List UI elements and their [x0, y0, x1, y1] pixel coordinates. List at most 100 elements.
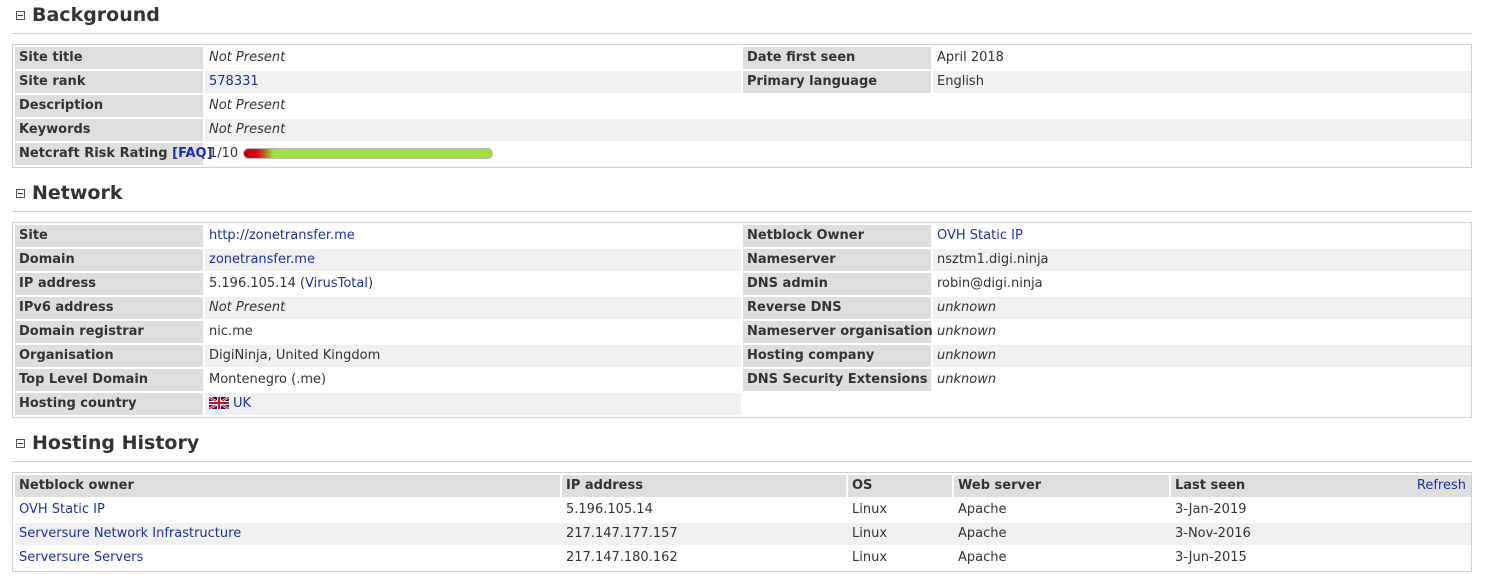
section-title: Hosting History — [32, 432, 200, 454]
table-row: Site title Not Present Date first seen A… — [15, 47, 1471, 69]
hosting-history-table: Netblock owner IP address OS Web server … — [12, 472, 1472, 572]
web-server-cell: Apache — [958, 550, 1007, 565]
field-value: nsztm1.digi.ninja — [933, 249, 1471, 271]
netblock-owner-link[interactable]: OVH Static IP — [19, 502, 105, 517]
network-header[interactable]: Network — [16, 178, 122, 208]
field-label: Date first seen — [743, 47, 931, 69]
field-value: OVH Static IP — [933, 225, 1471, 247]
ip-address-value: 5.196.105.14 ( — [209, 276, 306, 291]
last-seen-header: Last seen — [1175, 478, 1246, 493]
netblock-owner-link[interactable]: OVH Static IP — [937, 228, 1023, 243]
field-value: zonetransfer.me — [205, 249, 741, 271]
column-header: Netblock owner — [15, 475, 560, 497]
field-label: Description — [15, 95, 203, 117]
collapse-toggle-icon[interactable] — [16, 10, 25, 20]
field-label: Hosting country — [15, 393, 203, 415]
divider — [12, 33, 1472, 34]
field-value: English — [933, 71, 1471, 93]
site-link[interactable]: http://zonetransfer.me — [209, 228, 355, 243]
collapse-toggle-icon[interactable] — [16, 188, 25, 198]
domain-link[interactable]: zonetransfer.me — [209, 252, 315, 267]
field-value: 1/10 — [205, 143, 1471, 165]
field-label: DNS Security Extensions — [743, 369, 931, 391]
table-row: Serversure Servers 217.147.180.162 Linux… — [15, 547, 1471, 569]
os-cell: Linux — [852, 502, 888, 517]
netblock-owner-cell: OVH Static IP — [15, 499, 560, 521]
column-header: Last seen Refresh — [1171, 475, 1471, 497]
divider — [12, 211, 1472, 212]
field-label: Domain registrar — [15, 321, 203, 343]
field-label: Keywords — [15, 119, 203, 141]
field-value: Not Present — [209, 98, 286, 113]
field-label: Nameserver organisation — [743, 321, 933, 343]
collapse-toggle-icon[interactable] — [16, 438, 25, 448]
table-row: OVH Static IP 5.196.105.14 Linux Apache … — [15, 499, 1471, 521]
table-row: IPv6 address Not Present Reverse DNS unk… — [15, 297, 1471, 319]
field-label: DNS admin — [743, 273, 931, 295]
field-value: unknown — [937, 372, 997, 387]
field-value: 578331 — [205, 71, 741, 93]
table-row: Domain registrar nic.me Nameserver organ… — [15, 321, 1471, 343]
web-server-cell: Apache — [958, 502, 1007, 517]
ip-address-cell: 5.196.105.14 — [566, 502, 653, 517]
table-row: IP address 5.196.105.14 (VirusTotal) DNS… — [15, 273, 1471, 295]
field-value: nic.me — [209, 324, 253, 339]
field-label: Netblock Owner — [743, 225, 931, 247]
last-seen-cell: 3-Nov-2016 — [1175, 526, 1251, 541]
netblock-owner-cell: Serversure Network Infrastructure — [15, 523, 560, 545]
table-row: Top Level Domain Montenegro (.me) DNS Se… — [15, 369, 1471, 391]
netblock-owner-link[interactable]: Serversure Servers — [19, 550, 143, 565]
field-label: Reverse DNS — [743, 297, 931, 319]
field-label: Site — [15, 225, 203, 247]
table-row: Organisation DigiNinja, United Kingdom H… — [15, 345, 1471, 367]
table-header-row: Netblock owner IP address OS Web server … — [15, 475, 1471, 497]
table-row: Keywords Not Present — [15, 119, 1471, 141]
field-label: Site title — [15, 47, 203, 69]
table-row: Description Not Present — [15, 95, 1471, 117]
field-label: Top Level Domain — [15, 369, 203, 391]
hosting-history-header[interactable]: Hosting History — [16, 428, 199, 458]
field-label: Hosting company — [743, 345, 931, 367]
ip-address-cell: 217.147.177.157 — [566, 526, 678, 541]
column-header: OS — [848, 475, 952, 497]
table-row: Domain zonetransfer.me Nameserver nsztm1… — [15, 249, 1471, 271]
virustotal-link[interactable]: VirusTotal — [305, 276, 368, 291]
web-server-cell: Apache — [958, 526, 1007, 541]
last-seen-cell: 3-Jan-2019 — [1175, 502, 1247, 517]
refresh-link[interactable]: Refresh — [1417, 475, 1466, 497]
uk-flag-icon — [209, 396, 229, 409]
divider — [12, 461, 1472, 462]
field-value: April 2018 — [937, 50, 1004, 65]
field-value: UK — [205, 393, 741, 415]
column-header: IP address — [562, 475, 846, 497]
risk-rating-bar — [243, 148, 493, 159]
os-cell: Linux — [852, 550, 888, 565]
ip-address-cell: 217.147.180.162 — [566, 550, 678, 565]
hosting-country-link[interactable]: UK — [233, 396, 251, 411]
field-value: Montenegro (.me) — [209, 372, 327, 387]
field-value: Not Present — [205, 297, 741, 319]
background-header[interactable]: Background — [16, 0, 160, 30]
field-label: Domain — [15, 249, 203, 271]
field-label: Netcraft Risk Rating [FAQ] — [15, 143, 213, 165]
os-cell: Linux — [852, 526, 888, 541]
last-seen-cell: 3-Jun-2015 — [1175, 550, 1247, 565]
table-row: Serversure Network Infrastructure 217.14… — [15, 523, 1471, 545]
field-value: 5.196.105.14 (VirusTotal) — [205, 273, 741, 295]
field-value: Not Present — [205, 119, 1471, 141]
risk-rating-label: Netcraft Risk Rating — [19, 146, 168, 161]
field-value: unknown — [933, 297, 1471, 319]
table-row: Site rank 578331 Primary language Englis… — [15, 71, 1471, 93]
table-row: Netcraft Risk Rating [FAQ] 1/10 — [15, 143, 1471, 165]
network-table: Site http://zonetransfer.me Netblock Own… — [12, 222, 1472, 418]
field-value: DigiNinja, United Kingdom — [205, 345, 741, 367]
risk-score: 1/10 — [209, 146, 239, 161]
site-rank-link[interactable]: 578331 — [209, 74, 259, 89]
field-label: Nameserver — [743, 249, 931, 271]
field-label: Primary language — [743, 71, 931, 93]
field-value: unknown — [933, 345, 1471, 367]
field-label: Organisation — [15, 345, 203, 367]
section-title: Background — [32, 4, 160, 26]
table-row: Hosting country UK — [15, 393, 743, 415]
netblock-owner-link[interactable]: Serversure Network Infrastructure — [19, 526, 241, 541]
